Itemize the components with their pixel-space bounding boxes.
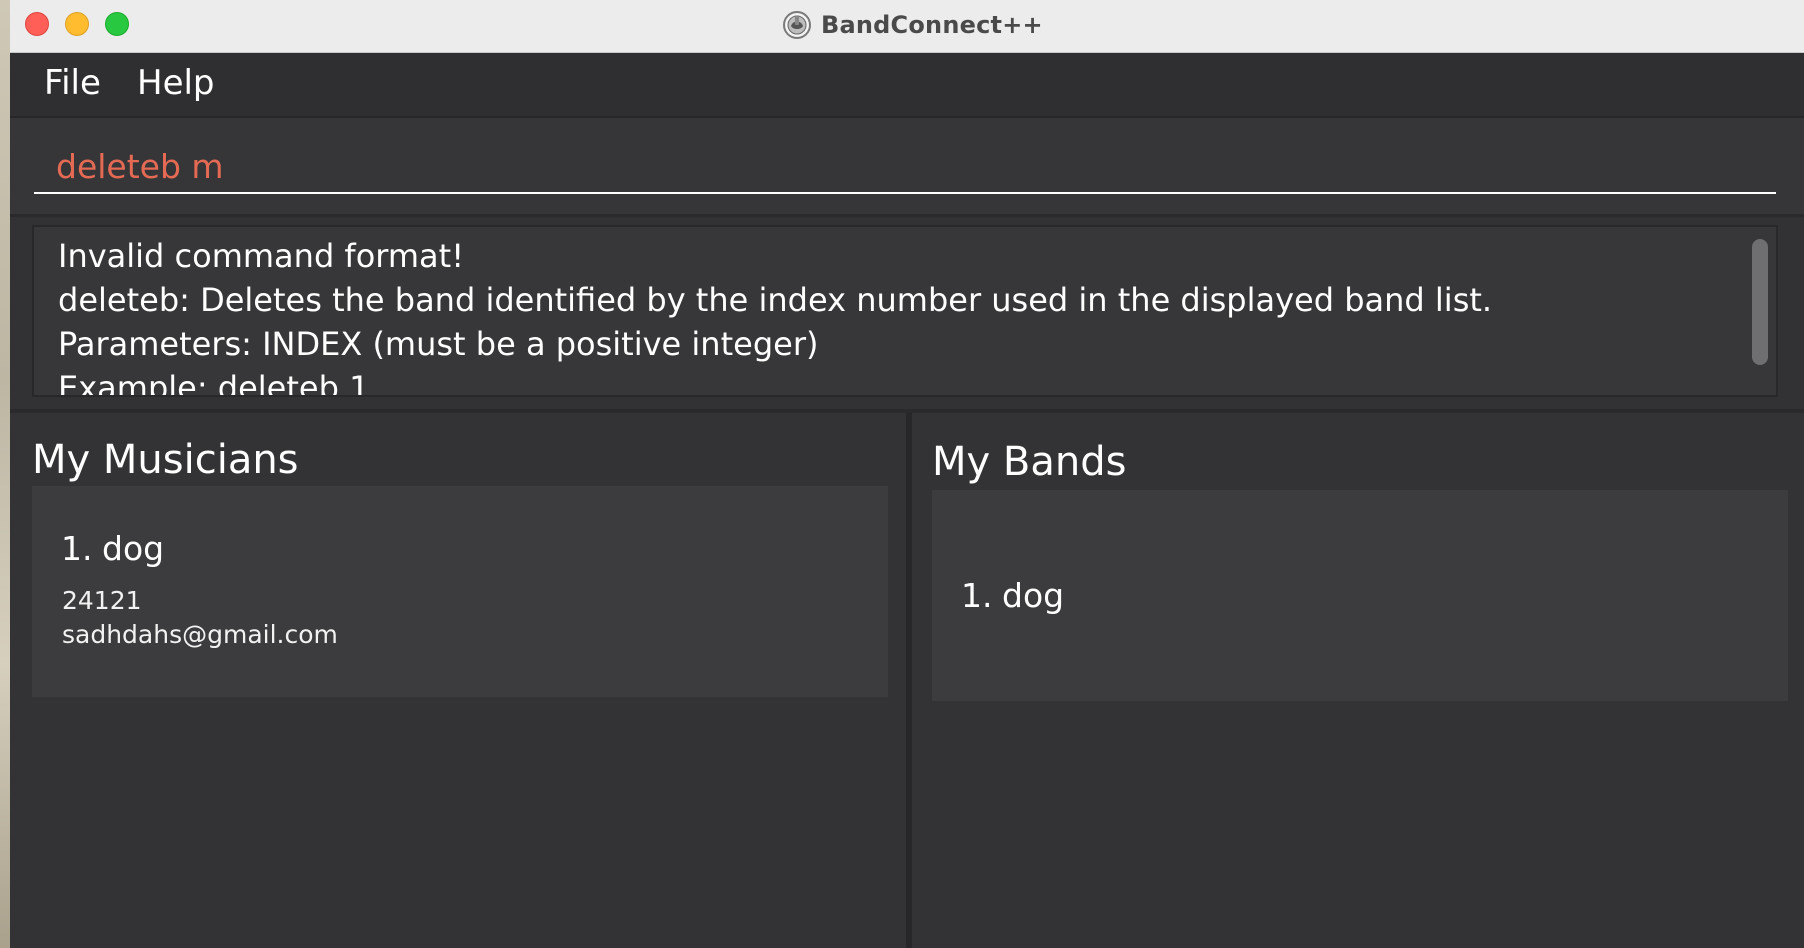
close-window-button[interactable] bbox=[25, 12, 49, 36]
menu-file[interactable]: File bbox=[44, 63, 101, 103]
result-panel: Invalid command format! deleteb: Deletes… bbox=[10, 217, 1804, 413]
musician-card[interactable]: 1. dog 24121 sadhdahs@gmail.com bbox=[32, 486, 888, 697]
command-input[interactable]: deleteb m bbox=[34, 140, 1776, 194]
app-logo-icon bbox=[783, 11, 811, 39]
lists-area: My Musicians 1. dog 24121 sadhdahs@gmail… bbox=[10, 413, 1804, 948]
musician-index: 1. bbox=[61, 529, 93, 568]
result-line-description: deleteb: Deletes the band identified by … bbox=[58, 281, 1493, 319]
result-scrollbar[interactable] bbox=[1752, 239, 1768, 365]
result-line-parameters: Parameters: INDEX (must be a positive in… bbox=[58, 325, 819, 363]
band-card[interactable]: 1. dog bbox=[932, 490, 1788, 701]
result-display[interactable]: Invalid command format! deleteb: Deletes… bbox=[32, 225, 1778, 397]
maximize-window-button[interactable] bbox=[105, 12, 129, 36]
musicians-panel: My Musicians 1. dog 24121 sadhdahs@gmail… bbox=[10, 413, 906, 948]
result-line-example: Example: deleteb 1 bbox=[58, 369, 370, 397]
musician-name: dog bbox=[102, 529, 165, 568]
menu-help[interactable]: Help bbox=[137, 63, 215, 103]
window-title-group: BandConnect++ bbox=[782, 7, 1043, 43]
musician-phone: 24121 bbox=[62, 586, 142, 615]
window-title: BandConnect++ bbox=[821, 11, 1043, 39]
musicians-title: My Musicians bbox=[32, 437, 299, 483]
musician-email: sadhdahs@gmail.com bbox=[62, 620, 338, 649]
bands-panel: My Bands 1. dog bbox=[912, 413, 1804, 948]
minimize-window-button[interactable] bbox=[65, 12, 89, 36]
result-line-error: Invalid command format! bbox=[58, 237, 465, 275]
menu-bar: File Help bbox=[10, 53, 1804, 118]
band-index: 1. bbox=[961, 576, 993, 615]
bands-title: My Bands bbox=[932, 439, 1127, 485]
command-panel: deleteb m bbox=[10, 118, 1804, 217]
app-window: BandConnect++ File Help deleteb m Invali… bbox=[10, 0, 1804, 948]
band-name: dog bbox=[1002, 576, 1065, 615]
title-bar[interactable]: BandConnect++ bbox=[10, 0, 1804, 53]
